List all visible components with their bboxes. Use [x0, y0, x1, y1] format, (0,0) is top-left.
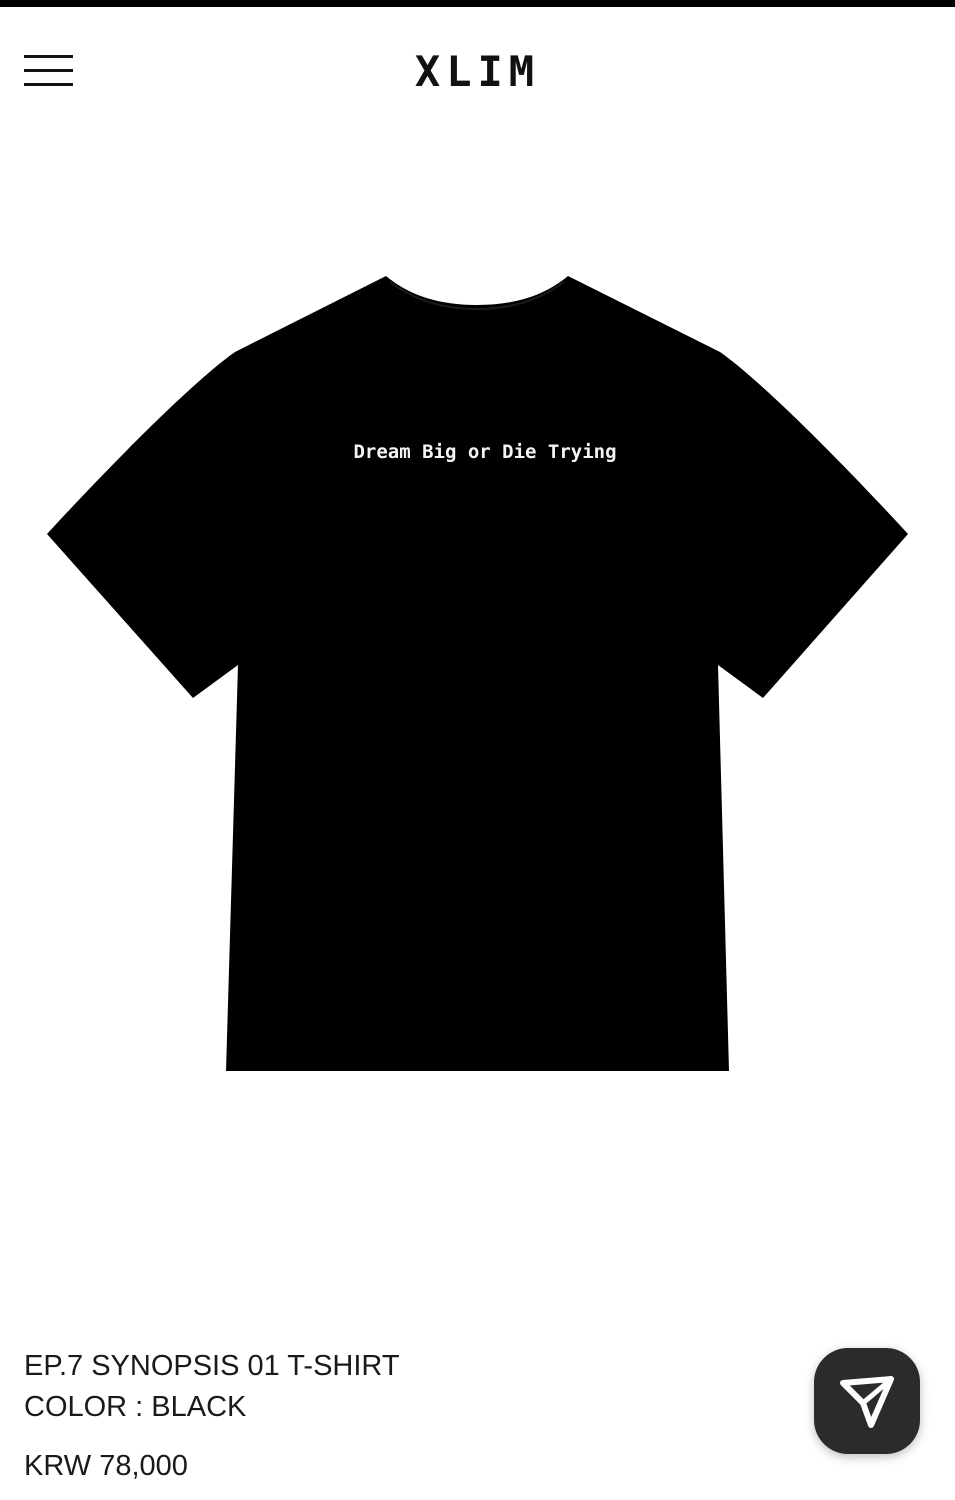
t-shirt-shape — [47, 276, 908, 1071]
product-info: EP.7 SYNOPSIS 01 T-SHIRT COLOR : BLACK K… — [24, 1346, 724, 1487]
top-divider — [0, 0, 955, 7]
send-arrow-icon — [840, 1376, 894, 1428]
product-name: EP.7 SYNOPSIS 01 T-SHIRT — [24, 1350, 400, 1382]
site-logo[interactable]: XLIM — [0, 47, 955, 97]
product-image[interactable]: Dream Big or Die Trying — [0, 250, 955, 1090]
shirt-print-text: Dream Big or Die Trying — [353, 441, 616, 463]
product-price: KRW 78,000 — [24, 1450, 188, 1482]
t-shirt-back-image: Dream Big or Die Trying — [47, 276, 908, 1071]
product-color: COLOR : BLACK — [24, 1391, 247, 1423]
product-page: XLIM Dream Big or Die Trying EP.7 SYNOPS… — [0, 0, 955, 1500]
send-message-button[interactable] — [814, 1348, 920, 1454]
site-header: XLIM — [0, 7, 955, 127]
